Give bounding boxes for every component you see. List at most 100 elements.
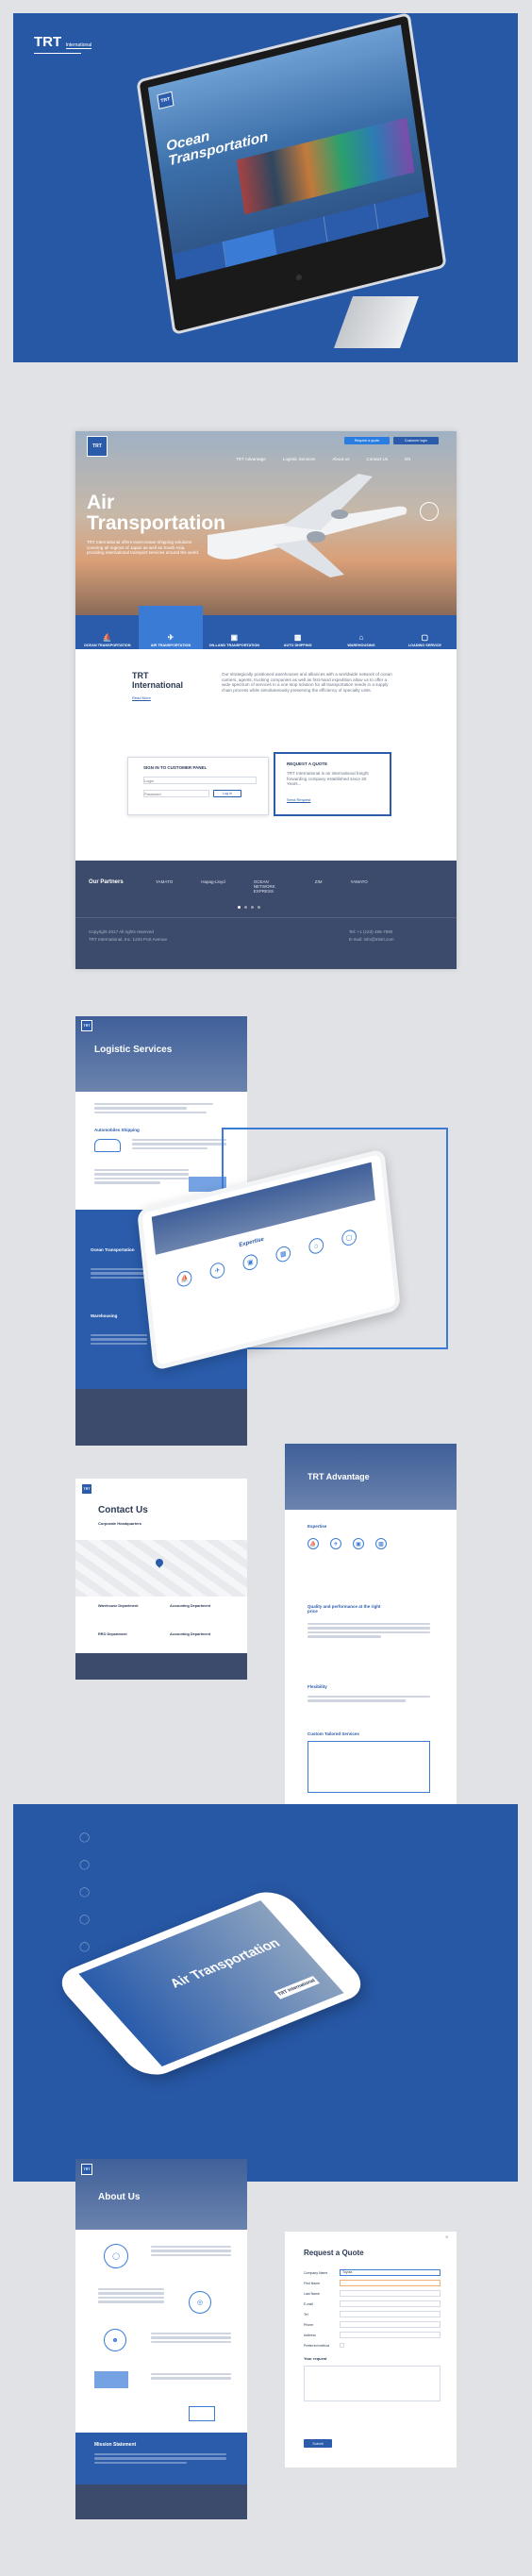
password-input[interactable] [143,790,209,797]
ship-icon: ⛵ [175,1269,193,1289]
auto-text [132,1137,226,1151]
plane-icon: ◯ [79,1860,91,1870]
submit-button[interactable]: Submit [304,2439,332,2448]
truck-icon: ◯ [79,1887,91,1898]
iphone-screen: Air Transportation TRT International [78,1900,344,2066]
site-logo[interactable]: TRT [81,2164,92,2175]
globe-icon: ◯ [104,2244,128,2268]
first-name-field[interactable] [340,2280,441,2286]
site-logo: TRT [157,91,175,110]
phone-field[interactable] [340,2321,441,2328]
partner-logos: YAMATO Hapag-Lloyd OCEAN NETWORK EXPRESS… [156,879,368,894]
plane-icon: ✈ [330,1538,341,1549]
nav-advantage[interactable]: TRT Advantage [236,457,266,461]
about-text-3 [151,2331,231,2345]
mobile-company: TRT International [274,1975,321,1999]
dept-1: Warehouse Department [98,1604,139,1608]
custom-heading: Custom Tailored Services [308,1731,359,1736]
site-logo[interactable]: TRT [81,1483,92,1495]
lang-switch[interactable]: EN [405,457,410,461]
email-field[interactable] [340,2300,441,2307]
login-button[interactable]: Log in [213,790,241,797]
blue-lines-1 [91,1266,147,1280]
warehouse-icon: ◯ [79,1942,91,1952]
nav-about[interactable]: About us [332,457,349,461]
intro-link[interactable]: Read More [132,695,151,700]
custom-box [308,1741,430,1793]
top-buttons: Request a quote Customer login [344,437,439,444]
airplane-image [208,474,407,577]
login-input[interactable] [143,777,257,784]
expertise-heading: Expertise [308,1524,327,1529]
logistics-footer [75,1389,247,1446]
about-text-2 [98,2286,164,2305]
nav-contact[interactable]: Contact Us [366,457,388,461]
mission-band: Mission Statement [75,2433,247,2484]
service-ocean[interactable]: ⛵ OCEAN TRANSPORTATION [75,615,139,649]
imac-screen: TRT Ocean Transportation [147,25,429,280]
nav-logistic[interactable]: Logistic Services [283,457,315,461]
mission-title: Mission Statement [94,2442,137,2448]
intro-title: TRT International [132,671,184,690]
quote-link[interactable]: Send Request [287,797,310,802]
about-footer [75,2484,247,2519]
iphone: Air Transportation TRT International [50,1884,373,2083]
service-warehouse[interactable]: ⌂ WAREHOUSING [329,615,392,649]
inland-text [94,1167,189,1186]
about-page: TRT About Us ◯ ◎ ☻ Mission Statement [75,2159,247,2519]
company-field[interactable]: Toyota [340,2269,441,2276]
partners-band: Our Partners YAMATO Hapag-Lloyd OCEAN NE… [75,861,457,917]
contact-page: TRT Contact Us Corporate Headquarters Wa… [75,1479,247,1680]
quality-heading: Quality and performance at the right pri… [308,1604,381,1614]
expertise-icons: ⛵ ✈ ▣ ▩ [308,1538,430,1549]
service-land[interactable]: ▣ ON-LAND TRANSPORTATION [203,615,266,649]
login-title: SIGN IN TO CUSTOMER PANEL [143,765,208,770]
carousel-dots[interactable] [238,906,260,909]
logistics-header: TRT Logistic Services [75,1016,247,1092]
service-loading[interactable]: ▢ LOADING SERVICE [393,615,457,649]
method-checkbox[interactable] [340,2343,344,2348]
plane-icon: ✈ [208,1261,226,1280]
laptop-icon [189,2406,215,2421]
quote-title: REQUEST A QUOTE [287,761,328,766]
flex-text [308,1694,430,1704]
office-heading: Corporate Headquarters [98,1521,142,1526]
network-icon: ◎ [189,2291,211,2314]
address-field[interactable] [340,2332,441,2338]
flexibility-heading: Flexibility [308,1684,327,1689]
request-quote-button[interactable]: Request a quote [344,437,390,444]
box-icon: ▢ [341,1228,357,1247]
advantage-header: TRT Advantage [285,1444,457,1510]
last-name-field[interactable] [340,2290,441,2297]
imac-stand [333,296,420,348]
logistics-title: Logistic Services [94,1045,173,1055]
advantage-title: TRT Advantage [308,1472,370,1481]
ocean-heading: Ocean Transportation [91,1247,135,1252]
close-icon[interactable]: × [445,2235,449,2241]
apple-logo-icon: ● [293,268,305,285]
warehouse-heading: Warehousing [91,1313,118,1318]
dept-4: Accounting Department [170,1632,211,1636]
hero-banner: TRT Request a quote Customer login TRT A… [75,431,457,615]
auto-shipping-heading: Automobiles Shipping [94,1128,140,1132]
request-label: Your request [304,2356,327,2361]
blue-lines-2 [91,1332,147,1347]
customer-login-button[interactable]: Customer login [393,437,439,444]
mobile-showcase: ◯ ◯ ◯ ◯ ◯ ◯ ◯ Air Transportation TRT Int… [13,1804,518,2182]
tel-field[interactable] [340,2311,441,2317]
ship-icon: ⛵ [308,1538,319,1549]
play-button-icon[interactable] [420,502,439,521]
service-auto[interactable]: ▩ AUTO SHIPPING [266,615,329,649]
service-air[interactable]: ✈ AIR TRANSPORTATION [139,606,203,649]
car-icon: ◯ [79,1915,91,1925]
site-logo[interactable]: TRT [81,1020,92,1031]
map[interactable] [75,1540,247,1597]
form-title: Request a Quote [304,2249,364,2257]
request-textarea[interactable] [304,2366,441,2401]
contact-title: Contact Us [98,1505,148,1515]
truck-icon [94,2371,128,2388]
footer: Copyright 2017 All rights reserved TRT I… [75,917,457,969]
about-text-1 [151,2244,231,2258]
site-logo[interactable]: TRT [87,436,108,457]
truck-icon: ▣ [241,1252,258,1272]
